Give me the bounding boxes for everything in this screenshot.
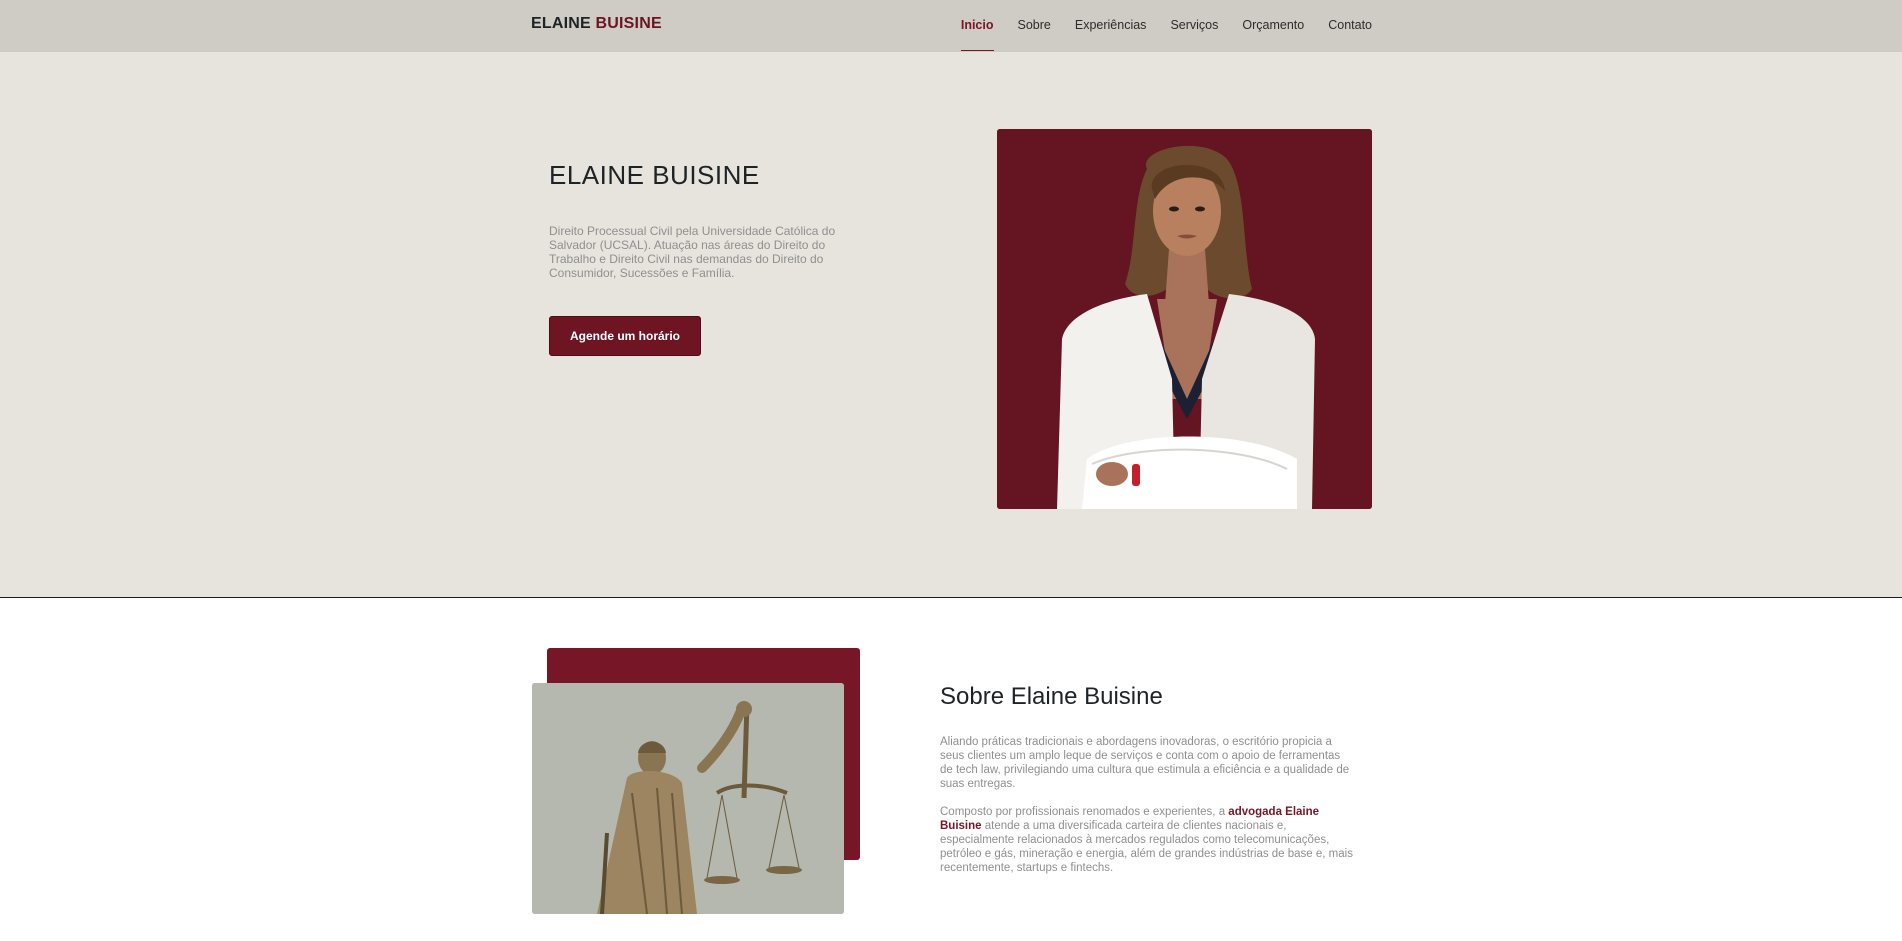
logo-last-name: BUISINE — [595, 15, 662, 32]
navbar: ELAINE BUISINE Inicio Sobre Experiências… — [0, 0, 1902, 52]
about-paragraph-2: Composto por profissionais renomados e e… — [940, 805, 1355, 875]
nav-link-sobre[interactable]: Sobre — [1006, 0, 1063, 52]
schedule-button[interactable]: Agende um horário — [549, 316, 701, 356]
hero-section: ELAINE BUISINE Direito Processual Civil … — [0, 52, 1902, 598]
about-paragraph-2-suffix: atende a uma diversificada carteira de c… — [940, 820, 1353, 874]
nav-link-orcamento[interactable]: Orçamento — [1230, 0, 1316, 52]
logo-first-name: ELAINE — [531, 15, 591, 32]
portrait-illustration — [997, 129, 1372, 509]
main-nav: Inicio Sobre Experiências Serviços Orçam… — [949, 0, 1372, 52]
nav-link-servicos[interactable]: Serviços — [1158, 0, 1230, 52]
about-paragraph-2-prefix: Composto por profissionais renomados e e… — [940, 806, 1229, 818]
about-title: Sobre Elaine Buisine — [940, 683, 1163, 710]
nav-link-experiencias[interactable]: Experiências — [1063, 0, 1159, 52]
site-logo[interactable]: ELAINE BUISINE — [531, 15, 662, 33]
nav-link-contato[interactable]: Contato — [1316, 0, 1372, 52]
lawyer-portrait — [997, 129, 1372, 509]
lady-justice-illustration — [532, 683, 844, 914]
hero-description: Direito Processual Civil pela Universida… — [549, 224, 836, 280]
nav-link-inicio[interactable]: Inicio — [949, 0, 1006, 52]
lady-justice-image — [532, 683, 844, 914]
about-paragraph-1: Aliando práticas tradicionais e abordage… — [940, 736, 1350, 790]
hero-title: ELAINE BUISINE — [549, 160, 760, 190]
